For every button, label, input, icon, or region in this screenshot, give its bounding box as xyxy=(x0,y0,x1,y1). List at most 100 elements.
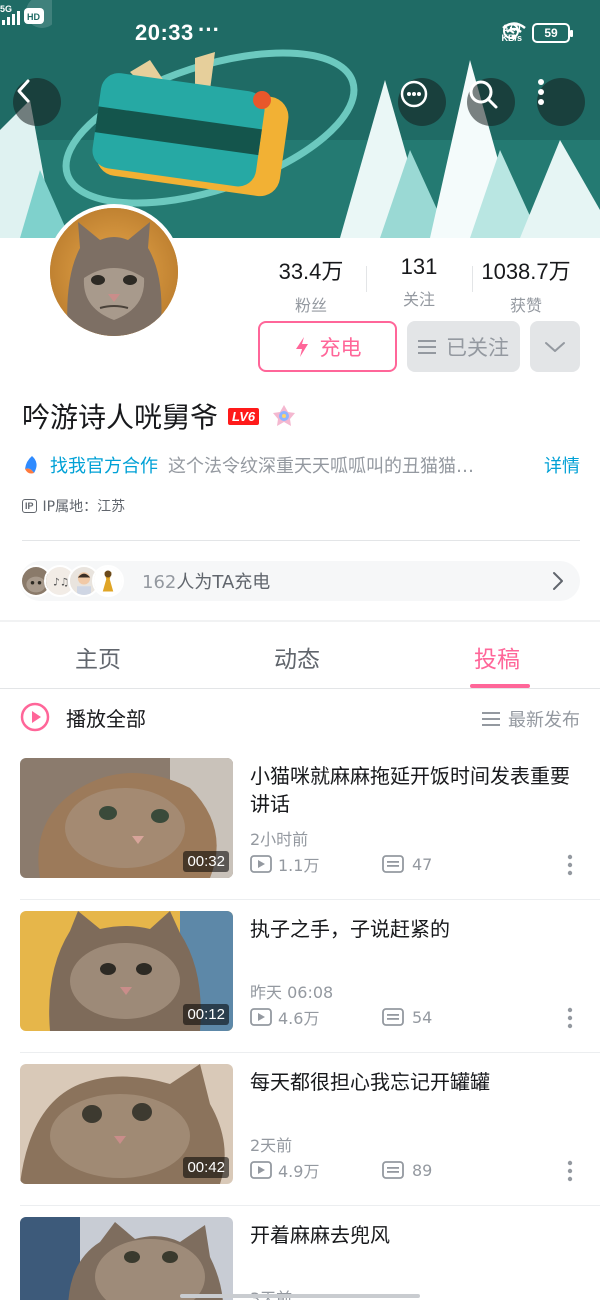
stat-fans-value: 33.4万 xyxy=(278,259,344,284)
more-vertical-icon[interactable] xyxy=(566,854,574,876)
play-circle-icon xyxy=(20,702,50,732)
search-icon xyxy=(469,80,498,109)
profile-tabs: 主页 动态 投稿 xyxy=(0,622,600,688)
search-button[interactable] xyxy=(467,78,515,126)
tab-home[interactable]: 主页 xyxy=(75,640,121,674)
video-item[interactable]: 00:12 执子之手，子说赶紧的 昨天 06:08 4.6万 54 xyxy=(0,911,600,1063)
video-thumbnail[interactable]: 00:32 xyxy=(20,758,233,878)
medal-icon[interactable] xyxy=(269,401,299,431)
chevron-right-icon xyxy=(553,572,563,590)
video-comments: 54 xyxy=(412,1007,433,1027)
collab-logo-icon xyxy=(25,456,37,474)
home-indicator[interactable] xyxy=(180,1294,420,1298)
message-button[interactable] xyxy=(398,78,446,126)
video-comments: 89 xyxy=(412,1160,433,1180)
list-divider xyxy=(20,1205,600,1206)
stat-fans[interactable]: 33.4万 粉丝 xyxy=(256,254,366,316)
video-views: 4.6万 xyxy=(278,1009,320,1028)
cat-thumbnail-image xyxy=(20,1217,233,1300)
charge-button-label: 充电 xyxy=(319,335,362,360)
stat-likes-label: 获赞 xyxy=(509,296,542,315)
video-title[interactable]: 执子之手，子说赶紧的 xyxy=(250,915,585,943)
video-item[interactable]: 开着麻麻去兜风 3天前 xyxy=(0,1217,600,1300)
video-meta: 4.9万 89 xyxy=(250,1158,432,1182)
charge-count: 162 xyxy=(142,572,177,593)
profile-banner: 5G HD 20:33 ··· 67.0 KB/s 59 xyxy=(0,0,600,238)
video-publish-time: 2天前 xyxy=(250,1136,293,1155)
video-publish-time: 2小时前 xyxy=(250,830,309,849)
video-views: 1.1万 xyxy=(278,856,320,875)
stat-following-value: 131 xyxy=(400,254,438,279)
video-item[interactable]: 00:42 每天都很担心我忘记开罐罐 2天前 4.9万 89 xyxy=(0,1064,600,1216)
tab-dynamic[interactable]: 动态 xyxy=(274,640,320,674)
list-icon xyxy=(482,711,500,726)
video-duration: 00:12 xyxy=(183,1004,229,1025)
ip-icon: IP xyxy=(22,499,37,513)
user-name: 吟游诗人咣舅爷 xyxy=(22,401,219,434)
list-divider xyxy=(20,1052,600,1053)
level-badge[interactable]: LV6 xyxy=(228,407,260,425)
play-count-icon xyxy=(250,1161,272,1179)
battery-indicator: 59 xyxy=(532,23,573,43)
comment-count-icon xyxy=(382,855,404,873)
charge-count-text: 162人为TA充电 xyxy=(142,568,270,594)
network-type: 5G xyxy=(0,4,12,14)
back-button[interactable] xyxy=(13,78,61,126)
follow-dropdown-button[interactable] xyxy=(530,321,580,372)
hd-label: HD xyxy=(27,12,40,22)
svg-text:♪♫: ♪♫ xyxy=(53,576,69,588)
video-publish-time: 昨天 06:08 xyxy=(250,983,334,1002)
video-duration: 00:32 xyxy=(183,851,229,872)
video-item[interactable]: 00:32 小猫咪就麻麻拖延开饭时间发表重要讲话 2小时前 1.1万 47 xyxy=(0,758,600,910)
video-views: 4.9万 xyxy=(278,1162,320,1181)
divider xyxy=(22,540,580,541)
bio-detail-link[interactable]: 详情 xyxy=(544,452,580,478)
more-vertical-icon[interactable] xyxy=(566,1160,574,1182)
video-title[interactable]: 每天都很担心我忘记开罐罐 xyxy=(250,1068,585,1096)
video-thumbnail[interactable]: 00:42 xyxy=(20,1064,233,1184)
avatar[interactable] xyxy=(46,204,182,340)
list-divider xyxy=(20,899,600,900)
play-count-icon xyxy=(250,855,272,873)
video-meta: 1.1万 47 xyxy=(250,852,432,876)
comment-count-icon xyxy=(382,1161,404,1179)
name-row: 吟游诗人咣舅爷 LV6 xyxy=(22,396,299,436)
play-count-icon xyxy=(250,1008,272,1026)
signal-icon: 5G HD xyxy=(0,0,52,28)
more-vertical-icon[interactable] xyxy=(566,1007,574,1029)
more-button[interactable] xyxy=(537,78,585,126)
stat-likes-value: 1038.7万 xyxy=(481,259,571,284)
collab-link[interactable]: 找我官方合作 xyxy=(50,452,158,478)
charge-button[interactable]: 充电 xyxy=(258,321,397,372)
stat-likes[interactable]: 1038.7万 获赞 xyxy=(471,254,581,316)
back-arrow-icon xyxy=(17,79,30,103)
video-thumbnail[interactable] xyxy=(20,1217,233,1300)
play-all-button[interactable]: 播放全部 xyxy=(20,702,146,732)
video-comments: 47 xyxy=(412,854,433,874)
status-dots: ··· xyxy=(198,17,220,42)
cat-avatar-image xyxy=(50,208,178,336)
follow-button[interactable]: 已关注 xyxy=(407,321,520,372)
status-time: 20:33 xyxy=(135,20,194,45)
status-right: 67.0 KB/s 59 xyxy=(501,20,573,46)
video-thumbnail[interactable]: 00:12 xyxy=(20,911,233,1031)
tab-uploads[interactable]: 投稿 xyxy=(474,640,520,674)
supporter-avatar xyxy=(92,565,124,597)
charge-supporters-row[interactable]: ♪♫ 162人为TA充电 xyxy=(20,561,580,601)
play-all-label: 播放全部 xyxy=(66,706,146,731)
wifi-icon xyxy=(502,22,527,40)
sort-button[interactable]: 最新发布 xyxy=(482,706,580,732)
collab-row[interactable]: 找我官方合作 这个法令纹深重天天呱呱叫的丑猫猫… 详情 xyxy=(22,452,582,478)
status-bar: 5G HD 20:33 ··· 67.0 KB/s 59 xyxy=(0,0,600,66)
tabs-divider xyxy=(0,688,600,689)
bio-text: 这个法令纹深重天天呱呱叫的丑猫猫… xyxy=(168,456,474,477)
video-title[interactable]: 小猫咪就麻麻拖延开饭时间发表重要讲话 xyxy=(250,762,585,818)
stat-following[interactable]: 131 关注 xyxy=(364,254,474,310)
chevron-down-icon xyxy=(545,341,565,352)
video-title[interactable]: 开着麻麻去兜风 xyxy=(250,1221,585,1249)
stat-fans-label: 粉丝 xyxy=(294,296,327,315)
stat-following-label: 关注 xyxy=(402,290,435,309)
ip-location-text: IP属地：江苏 xyxy=(42,499,126,515)
ip-location-row: IP IP属地：江苏 xyxy=(22,496,125,516)
video-duration: 00:42 xyxy=(183,1157,229,1178)
